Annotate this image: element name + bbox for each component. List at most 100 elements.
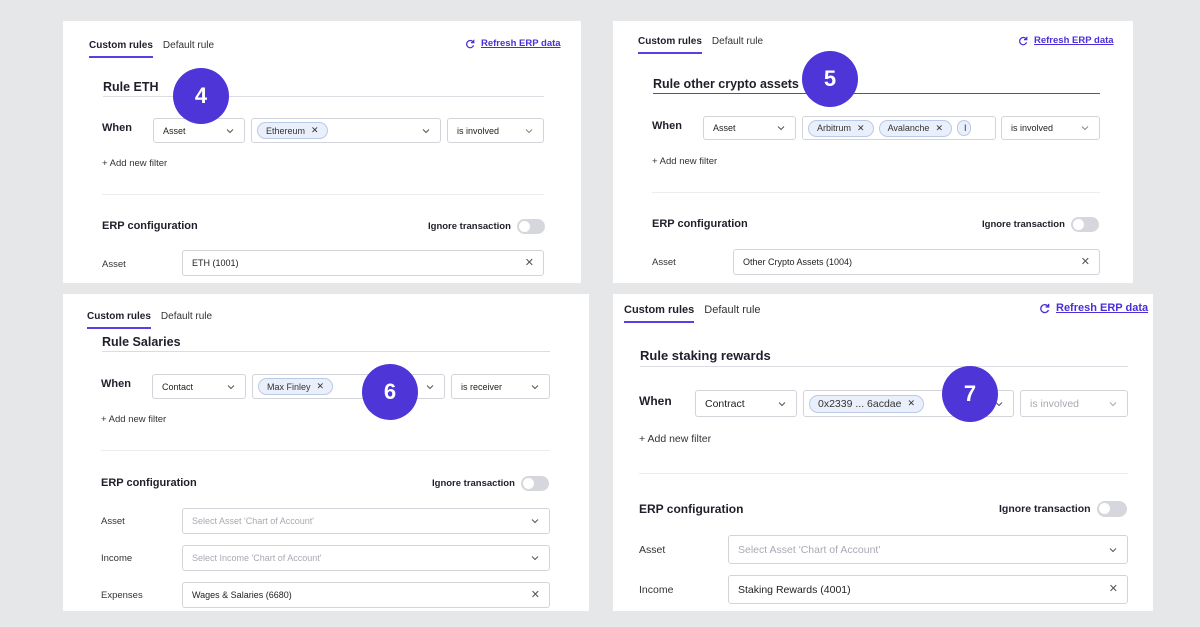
toggle-knob (1072, 219, 1084, 230)
rule-title[interactable]: Rule other crypto assets (653, 77, 799, 91)
ignore-transaction-control: Ignore transaction (428, 219, 545, 234)
add-new-filter-button[interactable]: + Add new filter (102, 158, 167, 169)
condition-select[interactable]: is involved (1001, 116, 1100, 140)
income-field-label: Income (639, 584, 674, 596)
chevron-down-icon (1109, 401, 1117, 406)
refresh-erp-data-link[interactable]: Refresh ERP data (1039, 302, 1148, 314)
tab-default-rule[interactable]: Default rule (704, 304, 760, 321)
close-icon[interactable]: ✕ (531, 589, 540, 601)
income-select[interactable]: Staking Rewards (4001) ✕ (728, 575, 1128, 604)
chevron-down-icon (525, 128, 533, 133)
add-new-filter-button[interactable]: + Add new filter (639, 433, 711, 445)
close-icon[interactable]: ✕ (1081, 256, 1090, 268)
panel-rule-eth: Custom rules Default rule Refresh ERP da… (63, 21, 581, 283)
asset-field-label: Asset (652, 257, 676, 268)
condition-select[interactable]: is involved (447, 118, 544, 143)
add-new-filter-button[interactable]: + Add new filter (101, 414, 166, 425)
ignore-transaction-toggle[interactable] (520, 476, 549, 491)
filter-type-select[interactable]: Contact (152, 374, 246, 399)
refresh-label: Refresh ERP data (1056, 302, 1149, 314)
condition-value: is involved (457, 125, 500, 136)
ignore-transaction-toggle[interactable] (1070, 217, 1099, 232)
close-icon[interactable]: ✕ (935, 123, 943, 134)
tab-custom-rules[interactable]: Custom rules (89, 40, 153, 58)
close-icon[interactable]: ✕ (1109, 584, 1118, 595)
close-icon[interactable]: ✕ (311, 125, 319, 136)
step-badge: 6 (362, 364, 418, 420)
chevron-down-icon (422, 128, 430, 133)
asset-select[interactable]: ETH (1001) ✕ (182, 250, 544, 276)
asset-field-label: Asset (101, 516, 125, 527)
condition-select[interactable]: is receiver (451, 374, 550, 399)
tab-default-rule[interactable]: Default rule (163, 40, 214, 56)
panel-rule-salaries: Custom rules Default rule Rule Salaries … (63, 294, 589, 611)
panel-rule-staking-rewards: Custom rules Default rule Refresh ERP da… (613, 294, 1153, 611)
close-icon[interactable]: ✕ (907, 398, 915, 409)
toggle-knob (522, 478, 534, 489)
tab-custom-rules[interactable]: Custom rules (624, 304, 695, 323)
rule-title[interactable]: Rule Salaries (102, 335, 181, 349)
panel-rule-other-crypto-assets: Custom rules Default rule Refresh ERP da… (613, 21, 1133, 283)
rule-title-underline (102, 351, 550, 352)
chip-avalanche: Avalanche ✕ (878, 119, 952, 137)
filter-type-select[interactable]: Contract (695, 390, 797, 417)
refresh-erp-data-link[interactable]: Refresh ERP data (1018, 35, 1114, 46)
when-label: When (652, 120, 682, 132)
refresh-label: Refresh ERP data (1034, 35, 1114, 46)
asset-select[interactable]: Select Asset 'Chart of Account' (182, 508, 550, 534)
tab-default-rule[interactable]: Default rule (161, 311, 212, 327)
rule-title-underline (640, 366, 1128, 367)
chevron-down-icon (226, 128, 234, 133)
filter-type-select[interactable]: Asset (703, 116, 796, 140)
close-icon[interactable]: ✕ (525, 257, 534, 269)
rule-tabs: Custom rules Default rule (638, 36, 773, 54)
chip-arbitrum: Arbitrum ✕ (808, 119, 874, 137)
rule-title-underline (653, 93, 1100, 94)
chevron-down-icon (531, 556, 539, 561)
ignore-transaction-label: Ignore transaction (432, 478, 515, 489)
chip-label: Max Finley (267, 381, 311, 392)
chip-label: I (963, 123, 967, 133)
ignore-transaction-toggle[interactable] (516, 219, 545, 234)
expenses-select[interactable]: Wages & Salaries (6680) ✕ (182, 582, 550, 608)
filter-values-select[interactable]: Arbitrum ✕ Avalanche ✕ I (802, 116, 996, 140)
asset-select[interactable]: Select Asset 'Chart of Account' (728, 535, 1128, 564)
refresh-label: Refresh ERP data (481, 38, 561, 49)
chip-contract-address: 0x2339 ... 6acdae ✕ (809, 394, 925, 413)
erp-configuration-label: ERP configuration (101, 477, 197, 489)
rule-title[interactable]: Rule ETH (103, 80, 159, 94)
tab-default-rule[interactable]: Default rule (712, 36, 763, 52)
ignore-transaction-toggle[interactable] (1096, 501, 1127, 517)
expenses-field-label: Expenses (101, 590, 143, 601)
chevron-down-icon (778, 401, 786, 406)
refresh-icon (1019, 36, 1028, 45)
asset-select[interactable]: Other Crypto Assets (1004) ✕ (733, 249, 1100, 275)
ignore-transaction-label: Ignore transaction (982, 219, 1065, 230)
close-icon[interactable]: ✕ (857, 123, 865, 134)
erp-configuration-label: ERP configuration (652, 218, 748, 230)
tab-custom-rules[interactable]: Custom rules (87, 311, 151, 329)
section-divider (652, 192, 1100, 193)
chevron-down-icon (426, 384, 434, 389)
filter-values-select[interactable]: Ethereum ✕ (251, 118, 441, 143)
rule-title[interactable]: Rule staking rewards (640, 348, 771, 363)
toggle-knob (1098, 503, 1110, 514)
section-divider (102, 194, 544, 195)
rule-tabs: Custom rules Default rule (624, 304, 771, 323)
ignore-transaction-label: Ignore transaction (428, 221, 511, 232)
chip-list: Arbitrum ✕ Avalanche ✕ I (808, 119, 986, 137)
condition-select[interactable]: is involved (1020, 390, 1128, 417)
rule-tabs: Custom rules Default rule (87, 311, 222, 329)
asset-placeholder: Select Asset 'Chart of Account' (738, 543, 881, 556)
ignore-transaction-control: Ignore transaction (999, 501, 1127, 517)
refresh-icon (1040, 303, 1050, 313)
tab-custom-rules[interactable]: Custom rules (638, 36, 702, 54)
asset-field-label: Asset (639, 544, 666, 556)
add-new-filter-button[interactable]: + Add new filter (652, 156, 717, 167)
close-icon[interactable]: ✕ (317, 381, 325, 392)
chevron-down-icon (531, 519, 539, 524)
income-select[interactable]: Select Income 'Chart of Account' (182, 545, 550, 571)
chip-label: Arbitrum (817, 123, 852, 133)
chip-ethereum: Ethereum ✕ (257, 122, 328, 139)
refresh-erp-data-link[interactable]: Refresh ERP data (465, 38, 561, 49)
